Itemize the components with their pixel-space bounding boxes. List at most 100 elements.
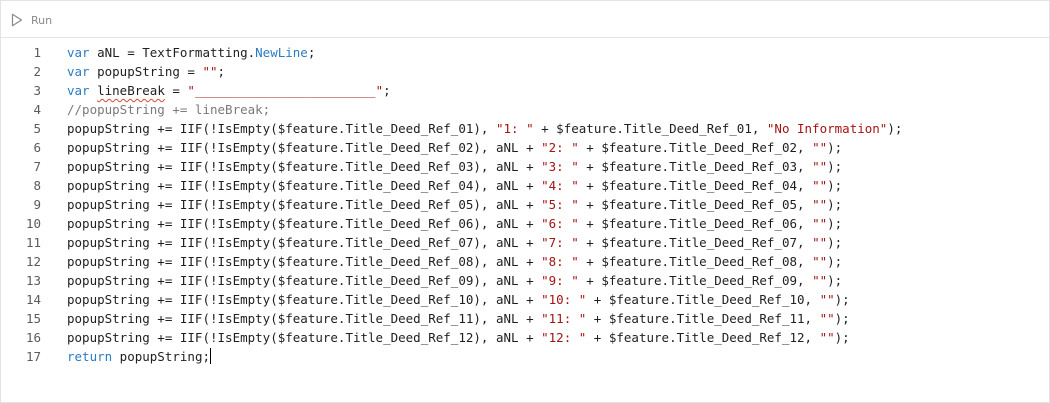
line-number: 15 bbox=[25, 311, 41, 326]
code-token: popupString += IIF(!IsEmpty($feature.Tit… bbox=[67, 292, 542, 307]
code-token: "________________________" bbox=[187, 83, 384, 98]
code-token: popupString += IIF(!IsEmpty($feature.Tit… bbox=[67, 235, 542, 250]
line-number: 11 bbox=[25, 235, 41, 250]
code-token: popupString += IIF(!IsEmpty($feature.Tit… bbox=[67, 121, 496, 136]
code-token: var bbox=[67, 45, 90, 60]
code-token: "12: " bbox=[541, 330, 587, 345]
code-token: + $feature.Title_Deed_Ref_01, bbox=[533, 121, 767, 136]
code-token: "9: " bbox=[541, 273, 579, 288]
code-token: "" bbox=[202, 64, 218, 79]
code-line-15[interactable]: 15 popupString += IIF(!IsEmpty($feature.T… bbox=[1, 309, 1049, 328]
code-line-5[interactable]: 5 popupString += IIF(!IsEmpty($feature.Ti… bbox=[1, 119, 1049, 138]
run-button[interactable]: Run bbox=[11, 10, 52, 30]
code-token-warning: lineBreak bbox=[97, 83, 165, 98]
line-code: popupString += IIF(!IsEmpty($feature.Tit… bbox=[67, 252, 842, 271]
code-token: "" bbox=[812, 197, 828, 212]
code-token: "4: " bbox=[541, 178, 579, 193]
text-cursor bbox=[210, 348, 211, 364]
line-number: 9 bbox=[33, 197, 41, 212]
line-number: 8 bbox=[33, 178, 41, 193]
code-token: "11: " bbox=[541, 311, 587, 326]
line-code: popupString += IIF(!IsEmpty($feature.Tit… bbox=[67, 119, 902, 138]
line-number: 10 bbox=[25, 216, 41, 231]
line-code: return popupString; bbox=[67, 347, 211, 366]
code-token: "" bbox=[819, 330, 835, 345]
code-token: ); bbox=[827, 178, 843, 193]
code-token: popupString += IIF(!IsEmpty($feature.Tit… bbox=[67, 330, 542, 345]
code-token: popupString += IIF(!IsEmpty($feature.Tit… bbox=[67, 254, 542, 269]
code-token: NewLine bbox=[255, 45, 308, 60]
code-token: "1: " bbox=[495, 121, 534, 136]
code-line-13[interactable]: 13 popupString += IIF(!IsEmpty($feature.T… bbox=[1, 271, 1049, 290]
code-line-9[interactable]: 9 popupString += IIF(!IsEmpty($feature.Ti… bbox=[1, 195, 1049, 214]
code-line-14[interactable]: 14 popupString += IIF(!IsEmpty($feature.T… bbox=[1, 290, 1049, 309]
line-number: 16 bbox=[25, 330, 41, 345]
code-token: + $feature.Title_Deed_Ref_10, bbox=[586, 292, 820, 307]
code-line-1[interactable]: 1 var aNL = TextFormatting.NewLine; bbox=[1, 43, 1049, 62]
line-number: 17 bbox=[25, 349, 41, 364]
code-token: + $feature.Title_Deed_Ref_04, bbox=[578, 178, 813, 193]
code-token: "2: " bbox=[541, 140, 579, 155]
code-line-11[interactable]: 11 popupString += IIF(!IsEmpty($feature.T… bbox=[1, 233, 1049, 252]
line-code: var aNL = TextFormatting.NewLine; bbox=[67, 43, 315, 62]
code-token: popupString += IIF(!IsEmpty($feature.Tit… bbox=[67, 273, 542, 288]
line-number: 7 bbox=[33, 159, 41, 174]
code-token: ; bbox=[383, 83, 391, 98]
code-line-10[interactable]: 10 popupString += IIF(!IsEmpty($feature.T… bbox=[1, 214, 1049, 233]
code-token: "" bbox=[812, 140, 828, 155]
code-token: popupString += IIF(!IsEmpty($feature.Tit… bbox=[67, 178, 542, 193]
code-token: var bbox=[67, 64, 90, 79]
code-token: ); bbox=[827, 273, 843, 288]
code-token: ; bbox=[217, 64, 226, 79]
line-number: 3 bbox=[33, 83, 41, 98]
code-line-3[interactable]: 3 var lineBreak = "______________________… bbox=[1, 81, 1049, 100]
code-token: ); bbox=[827, 197, 843, 212]
line-code: popupString += IIF(!IsEmpty($feature.Tit… bbox=[67, 233, 842, 252]
code-line-12[interactable]: 12 popupString += IIF(!IsEmpty($feature.T… bbox=[1, 252, 1049, 271]
code-line-2[interactable]: 2 var popupString = ""; bbox=[1, 62, 1049, 81]
code-token: "" bbox=[812, 178, 828, 193]
line-code: popupString += IIF(!IsEmpty($feature.Tit… bbox=[67, 271, 842, 290]
code-editor[interactable]: 1 var aNL = TextFormatting.NewLine; 2 var p… bbox=[1, 39, 1049, 402]
line-code: popupString += IIF(!IsEmpty($feature.Tit… bbox=[67, 309, 850, 328]
code-line-4[interactable]: 4 //popupString += lineBreak; bbox=[1, 100, 1049, 119]
code-token: + $feature.Title_Deed_Ref_06, bbox=[578, 216, 813, 231]
code-token: + $feature.Title_Deed_Ref_03, bbox=[578, 159, 813, 174]
code-token: ); bbox=[834, 292, 850, 307]
line-number: 6 bbox=[33, 140, 41, 155]
code-line-17[interactable]: 17 return popupString; bbox=[1, 347, 1049, 366]
code-token: popupString += IIF(!IsEmpty($feature.Tit… bbox=[67, 216, 542, 231]
code-token: "No Information" bbox=[766, 121, 888, 136]
code-token: //popupString += lineBreak; bbox=[67, 102, 271, 117]
code-token: ); bbox=[834, 330, 850, 345]
code-editor-panel: Run 1 var aNL = TextFormatting.NewLine; 2 v… bbox=[0, 0, 1050, 403]
code-token: ); bbox=[827, 254, 843, 269]
code-token: "10: " bbox=[541, 292, 587, 307]
code-token: ); bbox=[834, 311, 850, 326]
code-token: "" bbox=[819, 292, 835, 307]
code-token: ; bbox=[307, 45, 316, 60]
line-number: 12 bbox=[25, 254, 41, 269]
code-token: ); bbox=[827, 235, 843, 250]
code-line-6[interactable]: 6 popupString += IIF(!IsEmpty($feature.Ti… bbox=[1, 138, 1049, 157]
line-code: var popupString = ""; bbox=[67, 62, 225, 81]
code-token: popupString; bbox=[112, 349, 210, 364]
code-token: + $feature.Title_Deed_Ref_09, bbox=[578, 273, 813, 288]
line-code: popupString += IIF(!IsEmpty($feature.Tit… bbox=[67, 214, 842, 233]
code-token: "" bbox=[819, 311, 835, 326]
code-token: var bbox=[67, 83, 90, 98]
code-token: "3: " bbox=[541, 159, 579, 174]
line-code: popupString += IIF(!IsEmpty($feature.Tit… bbox=[67, 195, 842, 214]
code-line-8[interactable]: 8 popupString += IIF(!IsEmpty($feature.Ti… bbox=[1, 176, 1049, 195]
line-number: 4 bbox=[33, 102, 41, 117]
code-line-7[interactable]: 7 popupString += IIF(!IsEmpty($feature.Ti… bbox=[1, 157, 1049, 176]
code-line-16[interactable]: 16 popupString += IIF(!IsEmpty($feature.T… bbox=[1, 328, 1049, 347]
code-token: "" bbox=[812, 273, 828, 288]
code-token: "7: " bbox=[541, 235, 579, 250]
line-code: //popupString += lineBreak; bbox=[67, 100, 270, 119]
line-code: popupString += IIF(!IsEmpty($feature.Tit… bbox=[67, 328, 850, 347]
code-token: popupString = bbox=[89, 64, 203, 79]
code-token: + $feature.Title_Deed_Ref_12, bbox=[586, 330, 820, 345]
code-token: + $feature.Title_Deed_Ref_05, bbox=[578, 197, 813, 212]
